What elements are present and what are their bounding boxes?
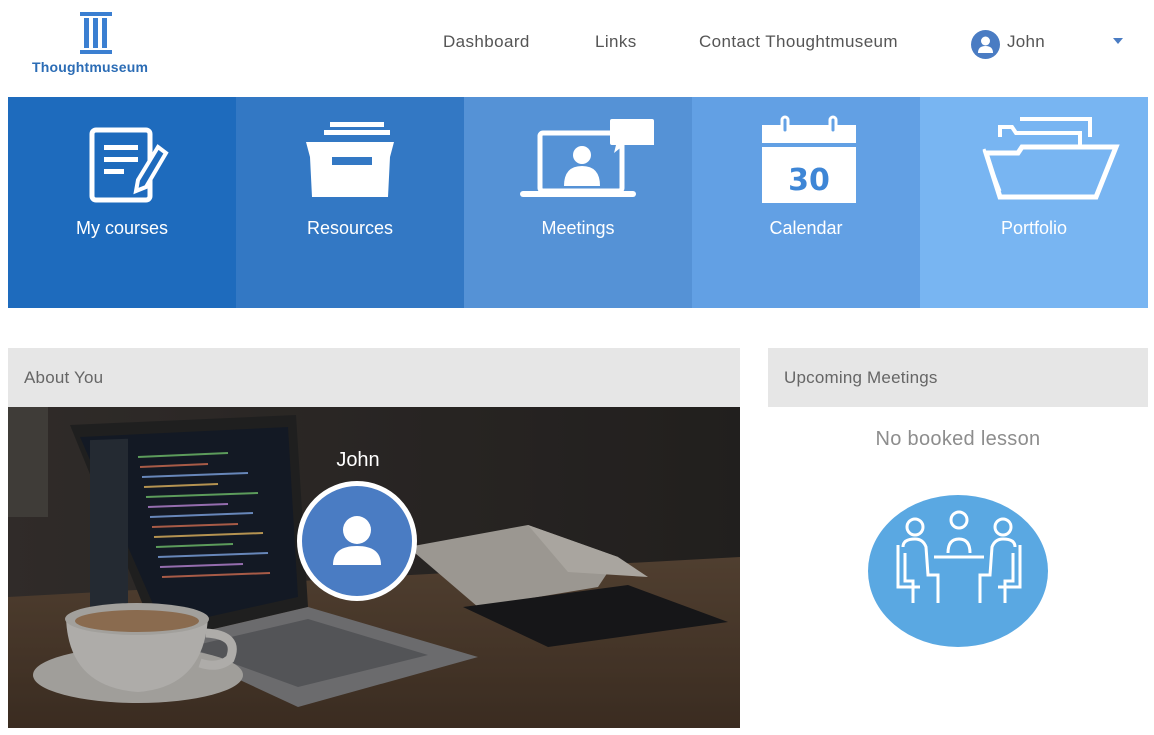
brand-name: Thoughtmuseum — [32, 59, 149, 75]
user-avatar-icon — [971, 30, 1000, 59]
tile-label: Portfolio — [1000, 218, 1068, 238]
panel-title: Upcoming Meetings — [768, 348, 1148, 407]
profile-avatar-icon[interactable] — [297, 481, 417, 601]
nav-contact[interactable]: Contact Thoughtmuseum — [699, 32, 898, 52]
file-drawer-icon — [306, 122, 394, 197]
tile-my-courses[interactable]: My courses — [8, 97, 236, 308]
nav-dashboard[interactable]: Dashboard — [443, 32, 530, 52]
tile-label: Calendar — [769, 218, 843, 238]
calendar-day: 30 — [788, 163, 830, 198]
tile-resources[interactable]: Resources — [236, 97, 464, 308]
tile-label: My courses — [75, 218, 169, 238]
tile-calendar[interactable]: 30 Calendar — [692, 97, 920, 308]
user-name: John — [1007, 32, 1046, 51]
tile-label: Resources — [306, 218, 394, 238]
about-you-panel: About You John — [8, 348, 740, 728]
tile-label: Meetings — [541, 218, 615, 238]
folder-icon — [982, 117, 1120, 200]
upcoming-meetings-panel: Upcoming Meetings No booked lesson — [768, 348, 1148, 728]
quick-links: My courses Resources Meetings 30 Calenda… — [8, 97, 1148, 308]
meeting-table-icon — [868, 495, 1048, 647]
tile-portfolio[interactable]: Portfolio — [920, 97, 1148, 308]
pillar-icon — [80, 12, 112, 54]
top-navbar: Thoughtmuseum Dashboard Links Contact Th… — [0, 0, 1154, 97]
profile-name: John — [336, 449, 380, 471]
empty-state-text: No booked lesson — [875, 428, 1041, 450]
panel-title: About You — [8, 348, 740, 407]
video-meeting-icon — [520, 119, 654, 197]
about-background-photo: John — [8, 407, 740, 728]
brand-logo[interactable]: Thoughtmuseum — [30, 10, 165, 78]
chevron-down-icon[interactable] — [1113, 38, 1123, 44]
tile-meetings[interactable]: Meetings — [464, 97, 692, 308]
nav-links[interactable]: Links — [595, 32, 637, 52]
edit-document-icon — [89, 127, 169, 203]
calendar-icon: 30 — [762, 115, 856, 203]
